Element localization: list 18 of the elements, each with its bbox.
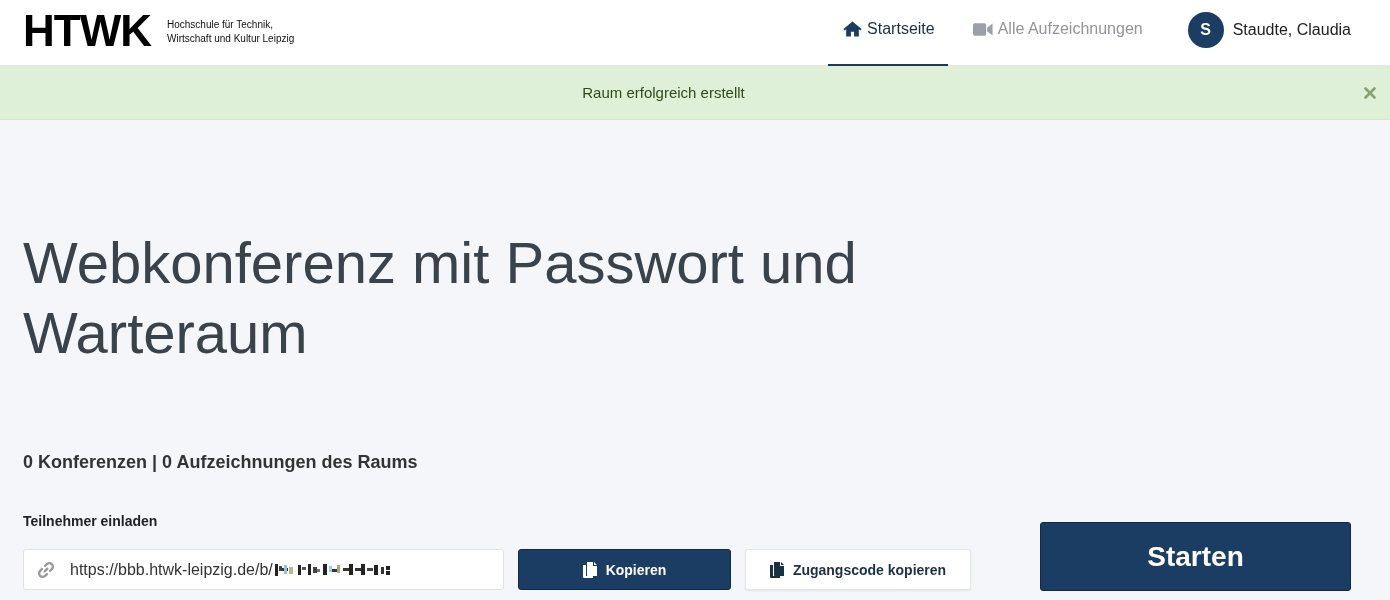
invite-label: Teilnehmer einladen <box>23 512 158 531</box>
logo-subtitle: Hochschule für Technik, Wirtschaft und Kultur Leipzig <box>166 17 295 46</box>
user-name[interactable]: Staudte, Claudia <box>1232 20 1351 39</box>
start-button[interactable]: Starten <box>1040 522 1351 591</box>
home-icon <box>843 21 863 37</box>
user-avatar[interactable]: S <box>1187 11 1224 48</box>
room-stats: 0 Konferenzen | 0 Aufzeichnungen des Raums <box>23 451 418 474</box>
copy-icon <box>582 561 597 578</box>
video-camera-icon <box>972 21 993 37</box>
close-icon[interactable] <box>1364 87 1376 99</box>
invite-link-field[interactable]: https://bbb.htwk-leipzig.de/b/ <box>23 549 504 590</box>
logo-wordmark: HTWK <box>23 8 151 53</box>
copy-access-code-button[interactable]: Zugangscode kopieren <box>745 549 971 590</box>
room-title: Webkonferenz mit Passwort und Warteraum <box>23 229 858 367</box>
link-icon <box>37 560 55 579</box>
alert-message: Raum erfolgreich erstellt <box>582 84 745 101</box>
copy-link-button[interactable]: Kopieren <box>518 549 731 590</box>
copy-icon <box>769 561 784 578</box>
